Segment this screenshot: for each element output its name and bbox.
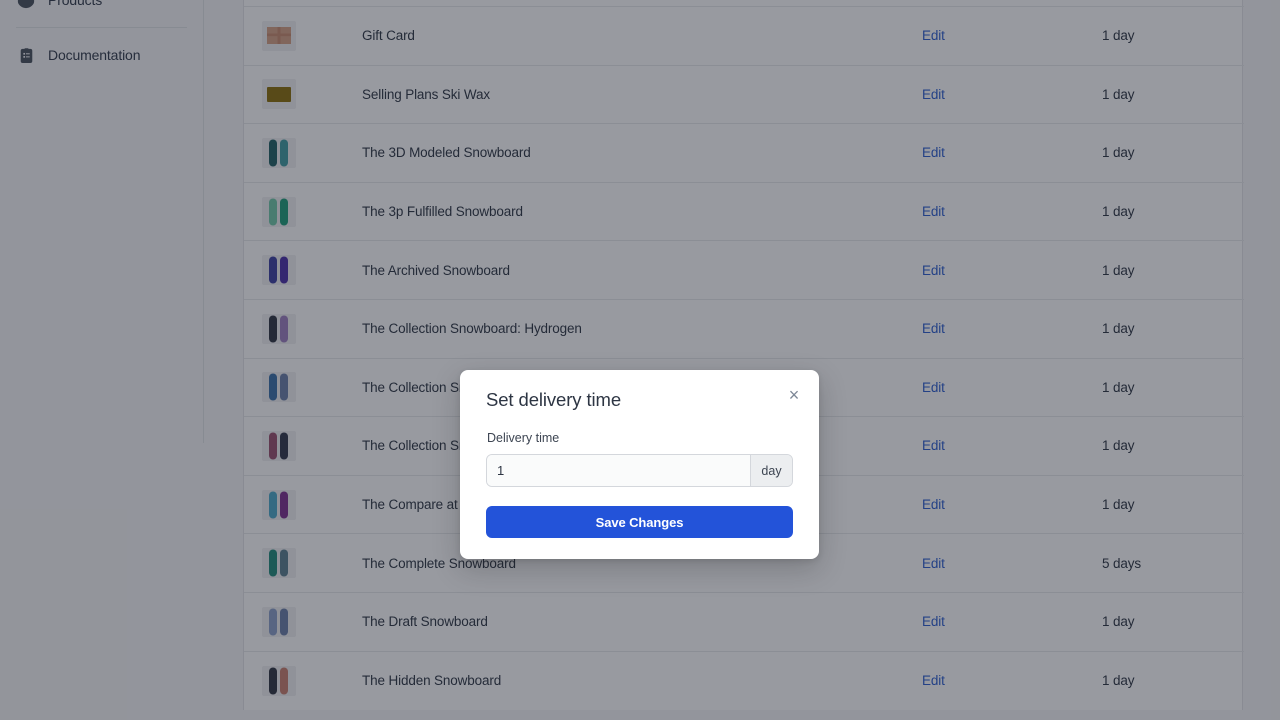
delivery-time-label: Delivery time: [487, 431, 560, 445]
set-delivery-time-modal: Set delivery time × Delivery time day Sa…: [460, 370, 819, 559]
delivery-time-input[interactable]: [487, 455, 750, 486]
modal-overlay[interactable]: [0, 0, 1280, 720]
close-icon[interactable]: ×: [781, 382, 807, 408]
delivery-time-unit-suffix: day: [750, 455, 792, 486]
save-changes-button[interactable]: Save Changes: [486, 506, 793, 538]
modal-title: Set delivery time: [486, 389, 622, 410]
page-root: Products Documentation Gift Card Edit 1 …: [0, 0, 1280, 720]
delivery-time-input-group[interactable]: day: [486, 454, 793, 487]
